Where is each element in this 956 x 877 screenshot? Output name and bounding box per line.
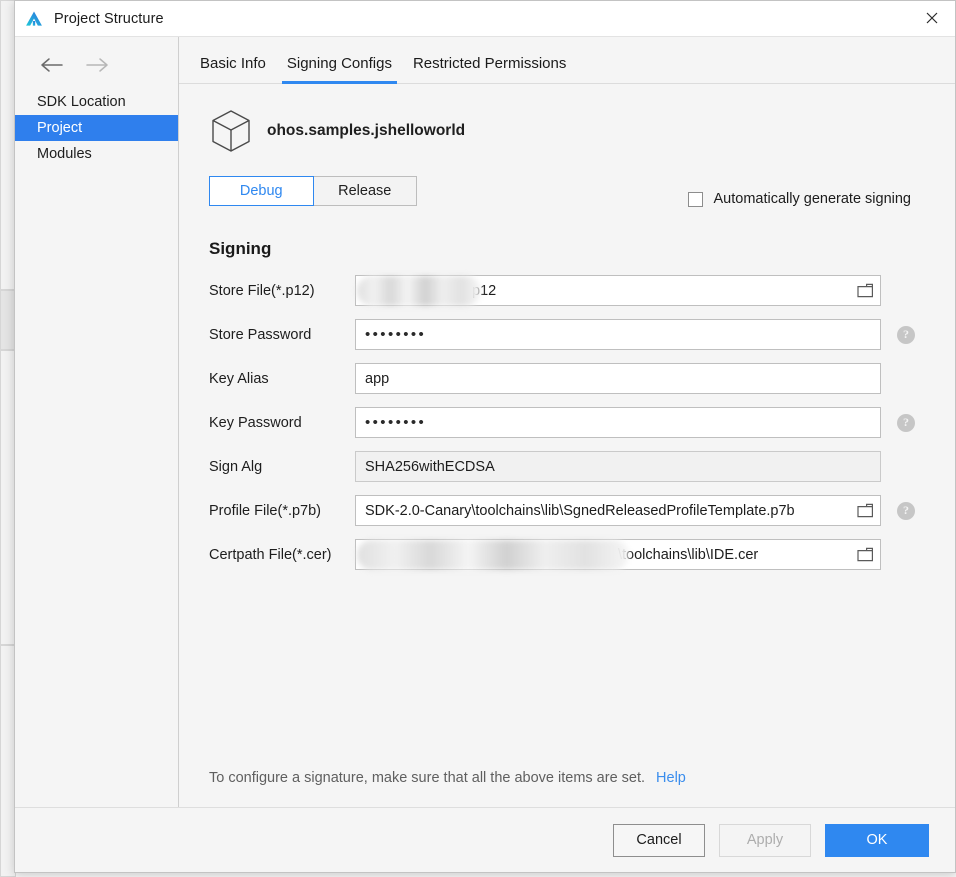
tab-bar: Basic Info Signing Configs Restricted Pe… [179,37,955,84]
sidebar-item-project[interactable]: Project [15,115,178,141]
input-store-file[interactable]: p12 [355,275,881,306]
field-row-certpath-file: Certpath File(*.cer) \toolchains\lib\IDE… [205,539,929,570]
package-header: ohos.samples.jshelloworld [209,108,929,154]
project-structure-dialog: Project Structure SDK Location Project M… [14,0,956,873]
value-store-file: p12 [472,282,497,299]
screen-root: Project Structure SDK Location Project M… [0,0,956,877]
auto-generate-signing-checkbox[interactable] [687,191,703,207]
signature-note-row: To configure a signature, make sure that… [209,758,929,786]
field-row-key-password: Key Password •••••••• ? [205,407,929,438]
sidebar-nav: SDK Location Project Modules [15,37,179,807]
folder-open-icon [856,283,873,298]
nav-history-controls [15,55,178,89]
input-certpath-file[interactable]: \toolchains\lib\IDE.cer [355,539,881,570]
tab-restricted-permissions[interactable]: Restricted Permissions [408,55,571,83]
arrow-left-icon [41,58,63,72]
deveco-studio-logo-icon [26,11,42,26]
value-store-password: •••••••• [365,326,427,343]
cube-package-icon [212,110,250,152]
title-bar: Project Structure [15,1,955,37]
field-row-store-file: Store File(*.p12) p12 [205,275,929,306]
value-sign-alg: SHA256withECDSA [365,458,495,475]
help-circle-icon-store-password[interactable]: ? [897,325,915,344]
value-key-password: •••••••• [365,414,427,431]
field-row-profile-file: Profile File(*.p7b) SDK-2.0-Canary\toolc… [205,495,929,526]
value-profile-file: SDK-2.0-Canary\toolchains\lib\SgnedRelea… [365,502,795,519]
label-profile-file: Profile File(*.p7b) [209,502,322,519]
dialog-button-bar: Cancel Apply OK [15,807,955,872]
close-button[interactable] [909,1,955,35]
label-key-password: Key Password [209,414,302,431]
value-certpath-file: \toolchains\lib\IDE.cer [618,546,759,563]
input-profile-file[interactable]: SDK-2.0-Canary\toolchains\lib\SgnedRelea… [355,495,881,526]
folder-open-icon [856,503,873,518]
field-row-key-alias: Key Alias app [205,363,929,394]
browse-certpath-file-button[interactable] [850,540,880,569]
cancel-button[interactable]: Cancel [613,823,705,857]
signing-configs-panel: ohos.samples.jshelloworld Debug Release … [179,84,955,807]
content-pane: Basic Info Signing Configs Restricted Pe… [179,37,955,807]
arrow-right-icon [86,58,108,72]
label-sign-alg: Sign Alg [209,458,263,475]
ok-button[interactable]: OK [825,823,929,857]
label-store-password: Store Password [209,326,312,343]
signing-form: Store File(*.p12) p12 Store Password •••… [205,275,929,583]
label-store-file: Store File(*.p12) [209,282,315,299]
field-row-sign-alg: Sign Alg SHA256withECDSA [205,451,929,482]
label-certpath-file: Certpath File(*.cer) [209,546,332,563]
sidebar-item-modules[interactable]: Modules [15,141,178,167]
help-circle-icon-profile-file[interactable]: ? [897,501,915,520]
help-circle-icon-key-password[interactable]: ? [897,413,915,432]
signature-note-text: To configure a signature, make sure that… [209,770,646,786]
input-store-password[interactable]: •••••••• [355,319,881,350]
signing-section-title: Signing [209,239,272,258]
package-name: ohos.samples.jshelloworld [267,122,466,139]
forward-button[interactable] [84,55,110,75]
dialog-body: SDK Location Project Modules Basic Info … [15,37,955,807]
input-key-alias[interactable]: app [355,363,881,394]
input-key-password[interactable]: •••••••• [355,407,881,438]
auto-generate-signing-row: Automatically generate signing [205,184,929,214]
input-sign-alg: SHA256withECDSA [355,451,881,482]
apply-button: Apply [719,823,811,857]
close-icon [926,12,938,24]
tab-signing-configs[interactable]: Signing Configs [281,55,398,84]
label-key-alias: Key Alias [209,370,269,387]
back-button[interactable] [39,55,65,75]
variant-debug-button[interactable]: Debug [209,176,314,206]
browse-profile-file-button[interactable] [850,496,880,525]
value-key-alias: app [365,370,390,387]
auto-generate-signing-label: Automatically generate signing [713,191,911,207]
window-title: Project Structure [54,10,164,27]
browse-store-file-button[interactable] [850,276,880,305]
tab-basic-info[interactable]: Basic Info [195,55,271,83]
field-row-store-password: Store Password •••••••• ? [205,319,929,350]
folder-open-icon [856,547,873,562]
help-link[interactable]: Help [656,770,686,786]
sidebar-item-sdk-location[interactable]: SDK Location [15,89,178,115]
